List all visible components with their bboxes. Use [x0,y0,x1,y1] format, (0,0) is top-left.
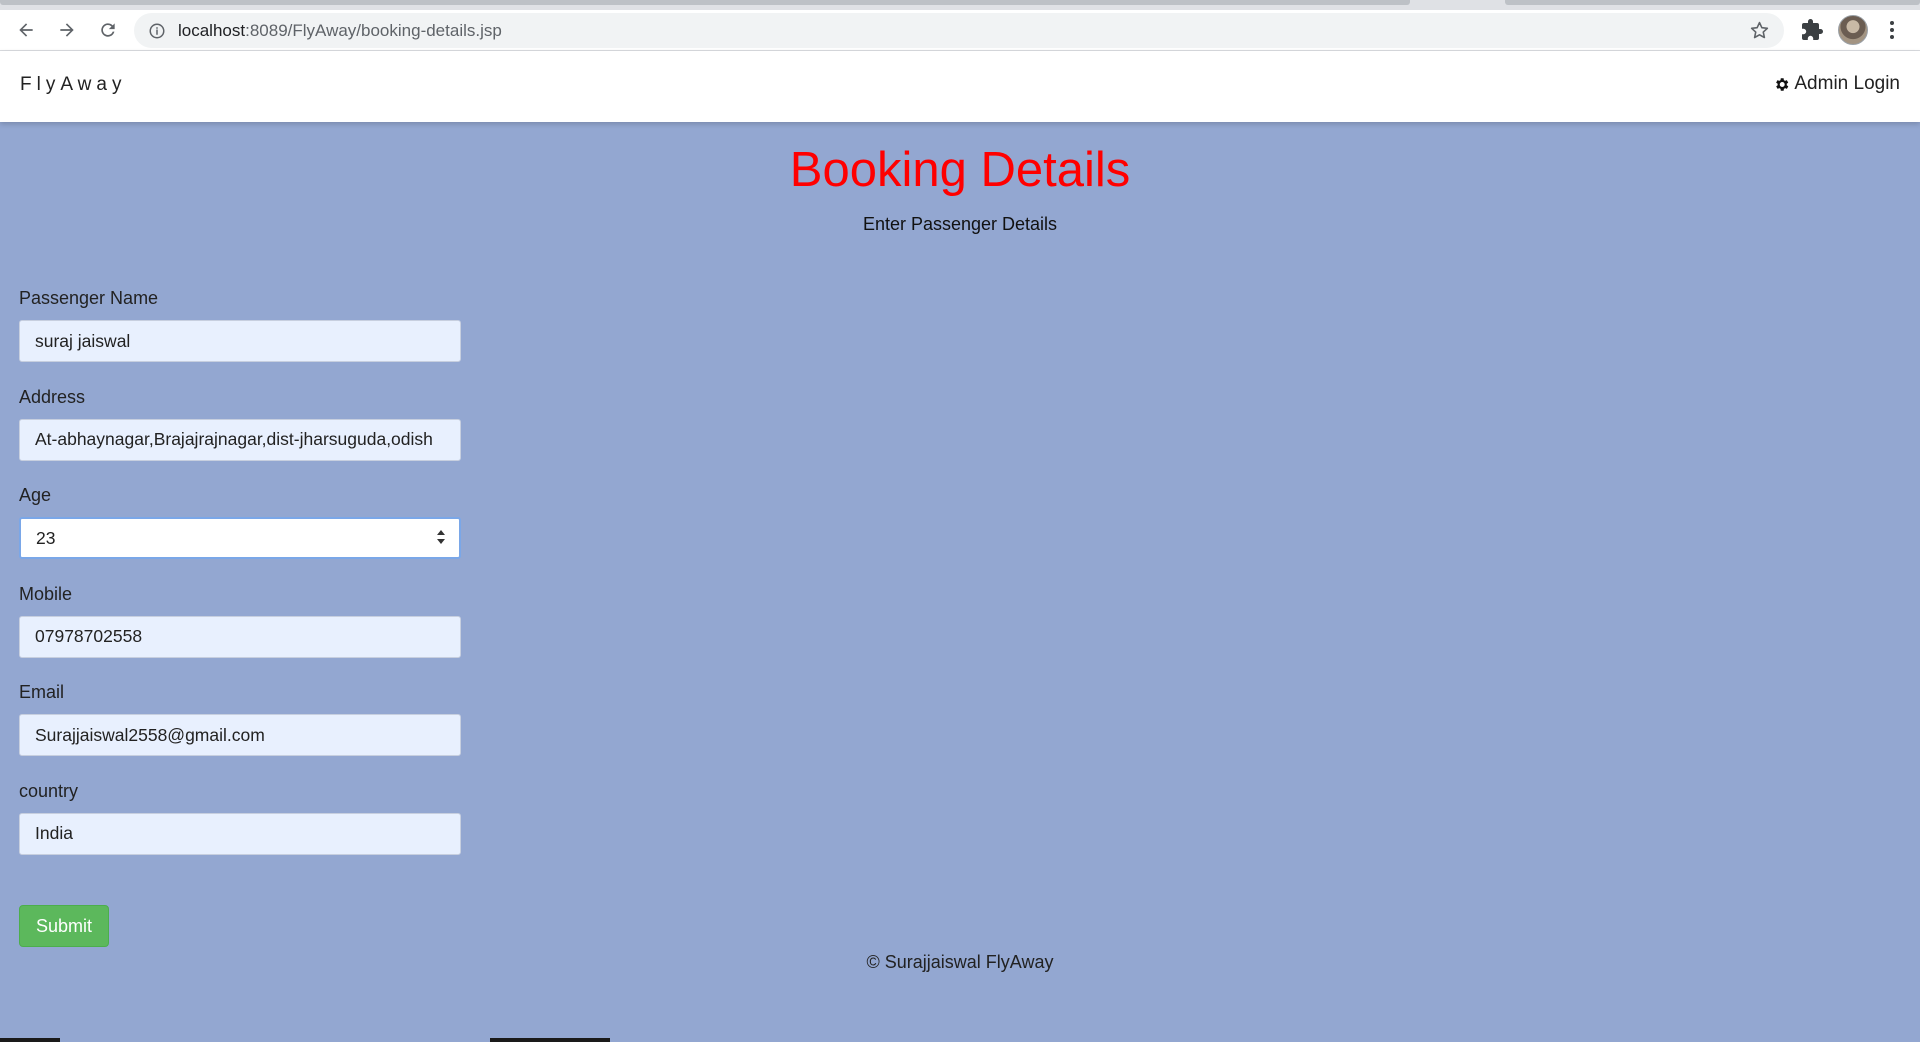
passenger-name-label: Passenger Name [19,288,159,308]
address-label: Address [19,386,86,407]
address-input[interactable] [19,418,461,461]
spinner-icon[interactable] [435,528,447,546]
gear-icon [1776,77,1789,91]
age-input[interactable] [19,517,461,559]
brand-logo[interactable]: FlyAway [20,74,126,96]
info-icon[interactable] [148,22,166,40]
country-input[interactable] [19,812,461,855]
browser-toolbar: localhost:8089/FlyAway/booking-details.j… [0,10,1920,51]
url-path: :8089/FlyAway/booking-details.jsp [245,20,502,40]
tab-indicator [1505,0,1920,5]
star-icon[interactable] [1749,20,1770,41]
submit-button[interactable]: Submit [19,905,109,947]
url-text: localhost:8089/FlyAway/booking-details.j… [178,21,502,41]
forward-icon [60,23,74,37]
age-field: Age [19,484,461,583]
email-input[interactable] [19,714,461,756]
page-title: Booking Details [789,143,1131,197]
address-bar[interactable]: localhost:8089/FlyAway/booking-details.j… [134,13,1784,48]
url-host: localhost [178,20,246,40]
age-label: Age [19,485,52,505]
country-field: country [19,780,461,879]
passenger-name-field: Passenger Name [19,287,461,386]
email-label: Email [19,682,65,702]
bottom-edge [0,1038,1920,1042]
email-field: Email [19,681,461,780]
reload-icon [101,23,115,37]
footer-copyright: © Surajjaiswal FlyAway [866,952,1054,972]
mobile-field: Mobile [19,583,461,682]
tab-indicator [0,0,1410,5]
address-field: Address [19,386,461,485]
page-subtitle: Enter Passenger Details [862,214,1058,234]
admin-login-link[interactable]: Admin Login [1773,73,1900,95]
site-navbar: FlyAway Admin Login [0,51,1920,122]
back-button[interactable] [11,15,41,45]
forward-button[interactable] [52,15,82,45]
admin-login-label: Admin Login [1794,73,1900,94]
browser-tab-strip [0,0,1920,10]
edge-segment [490,1038,610,1042]
profile-avatar[interactable] [1838,15,1868,45]
mobile-input[interactable] [19,615,461,658]
passenger-name-input[interactable] [19,320,461,362]
reload-button[interactable] [93,15,123,45]
extensions-icon[interactable] [1800,18,1824,42]
country-label: country [19,780,79,801]
edge-segment [0,1038,60,1042]
booking-form: Passenger Name Address Age Mobile Email … [19,287,461,878]
back-icon [19,23,33,37]
mobile-label: Mobile [19,583,73,604]
menu-icon[interactable] [1882,19,1902,41]
